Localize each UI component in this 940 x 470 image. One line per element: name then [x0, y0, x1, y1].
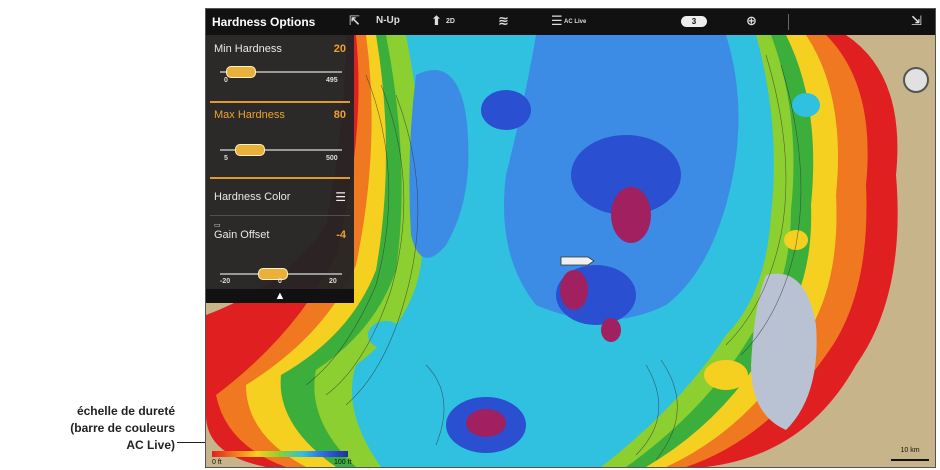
max-hardness-row[interactable]: Max Hardness 80 5 500 [206, 109, 354, 175]
max-hardness-min-tick: 5 [224, 155, 228, 162]
layers-icon[interactable]: ≋ [498, 13, 509, 29]
annotation-line-3: AC Live) [126, 438, 175, 452]
export-icon[interactable]: ⇱ [349, 13, 360, 29]
hardness-options-panel: Min Hardness 20 0 495 Max Hardness 80 5 … [206, 35, 354, 303]
status-icon[interactable]: ⇲ [911, 13, 922, 29]
top-toolbar: Hardness Options ⇱ N-Up ⬆ 2D ≋ ☰ AC Live… [206, 9, 935, 35]
min-hardness-label: Min Hardness [214, 43, 282, 55]
options-title: Hardness Options [212, 15, 316, 29]
colorbar-min-label: 0 ft [212, 459, 222, 466]
hardness-color-menu-icon[interactable]: ☰ [335, 190, 346, 204]
annotation-line-1: échelle de dureté [76, 404, 175, 418]
gain-offset-label: Gain Offset [214, 229, 270, 241]
min-hardness-row[interactable]: Min Hardness 20 0 495 [206, 43, 354, 97]
hardness-color-row[interactable]: Hardness Color ☰ [206, 190, 354, 211]
min-hardness-slider-thumb[interactable] [225, 66, 256, 78]
min-hardness-min-tick: 0 [224, 77, 228, 84]
gain-offset-mid-tick: 0 [278, 278, 282, 285]
crosshair-icon[interactable]: ⊕ [746, 13, 757, 29]
radar-pill-badge[interactable]: 3 [681, 16, 707, 27]
hardness-scale-annotation: échelle de dureté (barre de couleurs AC … [0, 403, 175, 454]
min-hardness-max-tick: 495 [326, 77, 338, 84]
hardness-color-divider [210, 215, 350, 216]
max-hardness-max-tick: 500 [326, 155, 338, 162]
ac-live-label: AC Live [564, 19, 587, 25]
view-2d-label: 2D [446, 18, 455, 25]
min-hardness-value: 20 [333, 43, 346, 55]
min-hardness-divider [210, 101, 350, 103]
gain-offset-row[interactable]: ▭ Gain Offset -4 -20 0 20 [206, 221, 354, 287]
map-scale: 10 km [891, 447, 929, 461]
max-hardness-value: 80 [333, 109, 346, 121]
hardness-color-label: Hardness Color [214, 191, 291, 203]
gain-offset-max-tick: 20 [329, 278, 337, 285]
max-hardness-slider-thumb[interactable] [235, 144, 266, 156]
colorbar-max-label: 100 ft [334, 459, 352, 466]
annotation-line-2: (barre de couleurs [70, 421, 175, 435]
hardness-colorbar [212, 451, 348, 457]
view-2d-icon[interactable]: ⬆ [431, 13, 442, 29]
gain-offset-slider-thumb[interactable] [257, 268, 288, 280]
toolbar-divider [788, 14, 789, 30]
max-hardness-label: Max Hardness [214, 109, 285, 121]
gain-icon: ▭ [214, 222, 221, 229]
chartplotter-screen: 0 ft 100 ft 10 km Hardness Options ⇱ N-U… [205, 8, 936, 468]
max-hardness-divider [210, 177, 350, 179]
ac-live-icon[interactable]: ☰ [551, 13, 563, 29]
north-up-button[interactable]: N-Up [376, 15, 400, 26]
collapse-panel-button[interactable]: ▲ [206, 289, 354, 303]
compass-icon[interactable] [903, 67, 929, 93]
gain-offset-value: -4 [336, 229, 346, 241]
gain-offset-min-tick: -20 [220, 278, 231, 285]
